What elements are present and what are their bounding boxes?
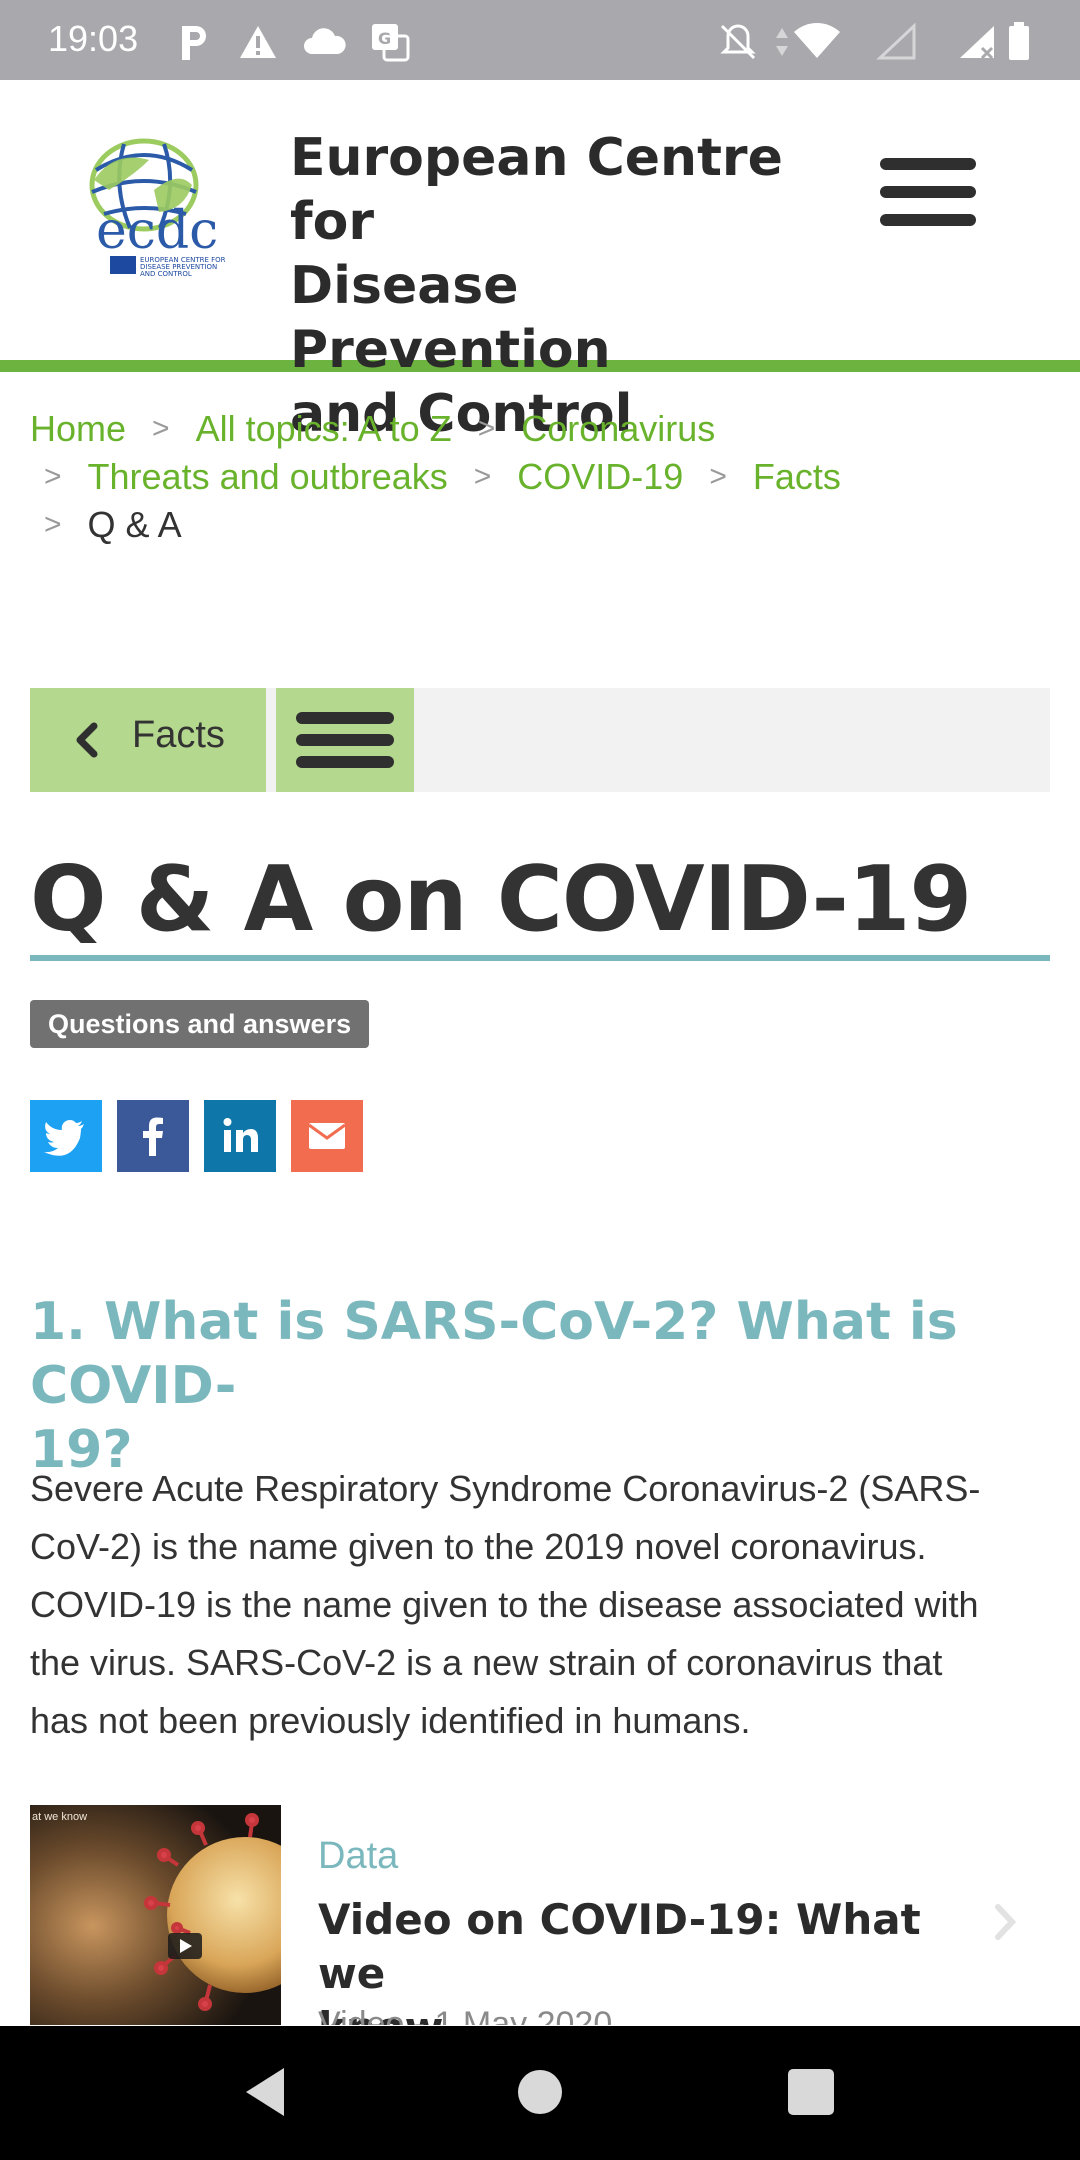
signal-icon — [960, 26, 994, 60]
breadcrumb-covid19[interactable]: COVID-19 — [517, 453, 683, 501]
home-icon[interactable] — [514, 2064, 566, 2120]
breadcrumb-coronavirus[interactable]: Coronavirus — [521, 405, 715, 453]
breadcrumb-row: Home > All topics: A to Z > Coronavirus — [30, 405, 1050, 453]
site-title[interactable]: European Centre for Disease Prevention a… — [290, 126, 830, 446]
share-twitter-button[interactable] — [30, 1100, 102, 1172]
translate-icon: G — [372, 24, 410, 62]
facebook-icon — [143, 1117, 163, 1156]
cloud-icon — [304, 28, 346, 54]
svg-text:ecdc: ecdc — [96, 201, 218, 261]
notifications-off-icon — [720, 24, 756, 60]
status-time: 19:03 — [48, 18, 139, 59]
twitter-icon — [44, 1119, 84, 1156]
signal-empty-icon — [876, 22, 916, 60]
system-nav-bar — [0, 2026, 1080, 2160]
answer-paragraph: Severe Acute Respiratory Syndrome Corona… — [30, 1460, 1055, 1750]
parking-icon — [182, 26, 206, 60]
main-menu-button[interactable] — [880, 158, 976, 226]
answer-line: CoV-2) is the name given to the 2019 nov… — [30, 1526, 927, 1567]
hamburger-icon — [296, 712, 394, 724]
recents-icon[interactable] — [786, 2064, 836, 2120]
question-line: 1. What is SARS-CoV-2? What is COVID- — [30, 1292, 958, 1416]
back-to-facts-button[interactable]: Facts — [30, 688, 266, 792]
wifi-icon — [794, 23, 840, 58]
ecdc-logo[interactable]: ecdc EUROPEAN CENTRE FOR DISEASE PREVENT… — [74, 130, 244, 280]
breadcrumb-separator: > — [709, 460, 727, 493]
breadcrumb-row: > Q & A — [30, 501, 1050, 549]
virus-image — [30, 1805, 281, 2025]
hamburger-icon — [880, 158, 976, 170]
breadcrumb-row: > Threats and outbreaks > COVID-19 > Fac… — [30, 453, 1050, 501]
back-button-label: Facts — [132, 714, 225, 756]
section-menu-button[interactable] — [276, 688, 414, 792]
related-title-line: Video on COVID-19: What we — [318, 1895, 921, 1998]
back-icon[interactable] — [240, 2064, 290, 2120]
breadcrumb-separator: > — [44, 460, 62, 493]
related-meta: Video - 1 May 2020 — [318, 2005, 613, 2025]
battery-icon — [1009, 22, 1029, 60]
breadcrumb-separator: > — [44, 508, 62, 541]
share-linkedin-button[interactable] — [204, 1100, 276, 1172]
breadcrumb: Home > All topics: A to Z > Coronavirus … — [30, 405, 1050, 549]
site-header: ecdc EUROPEAN CENTRE FOR DISEASE PREVENT… — [0, 80, 1080, 444]
share-facebook-button[interactable] — [117, 1100, 189, 1172]
data-arrows-icon — [776, 28, 788, 56]
breadcrumb-all-topics[interactable]: All topics: A to Z — [196, 405, 452, 453]
svg-text:G: G — [378, 29, 391, 48]
section-nav: Facts — [30, 688, 1050, 792]
answer-line: the virus. SARS-CoV-2 is a new strain of… — [30, 1642, 943, 1683]
breadcrumb-separator: > — [477, 412, 496, 445]
breadcrumb-facts[interactable]: Facts — [753, 453, 841, 501]
breadcrumb-threats[interactable]: Threats and outbreaks — [88, 453, 448, 501]
answer-line: Severe Acute Respiratory Syndrome Corona… — [30, 1468, 981, 1509]
related-video-card[interactable]: at we know Data Video on COVID-19: What … — [30, 1805, 1050, 2025]
answer-line: has not been previously identified in hu… — [30, 1700, 751, 1741]
status-bar: 19:03 G — [0, 0, 1080, 80]
breadcrumb-home[interactable]: Home — [30, 405, 126, 453]
site-title-line: Disease Prevention — [290, 256, 611, 380]
chevron-right-icon[interactable] — [990, 1897, 1020, 1947]
answer-line: COVID-19 is the name given to the diseas… — [30, 1584, 979, 1625]
thumbnail-caption: at we know — [32, 1811, 88, 1823]
breadcrumb-separator: > — [473, 460, 492, 493]
linkedin-icon — [223, 1118, 258, 1152]
warning-icon — [240, 26, 276, 58]
question-heading: 1. What is SARS-CoV-2? What is COVID- 19… — [30, 1290, 1050, 1482]
breadcrumb-current: Q & A — [87, 504, 182, 545]
related-category: Data — [318, 1835, 399, 1877]
email-icon — [308, 1123, 346, 1149]
site-title-line: European Centre for — [290, 128, 783, 252]
share-email-button[interactable] — [291, 1100, 363, 1172]
page-title: Q & A on COVID-19 — [30, 847, 972, 952]
breadcrumb-separator: > — [152, 412, 170, 445]
title-divider — [30, 955, 1050, 961]
content-type-badge[interactable]: Questions and answers — [30, 1000, 370, 1048]
chevron-left-icon — [76, 722, 98, 758]
video-thumbnail[interactable]: at we know — [30, 1805, 281, 2025]
svg-text:AND CONTROL: AND CONTROL — [140, 270, 192, 278]
